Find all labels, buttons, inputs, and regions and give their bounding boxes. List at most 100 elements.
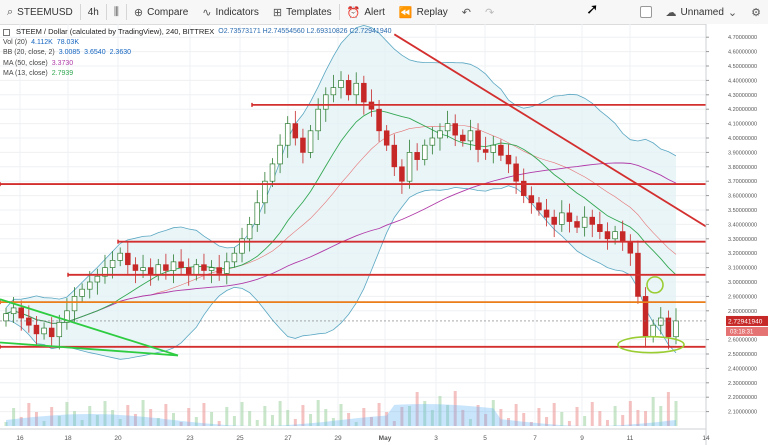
volume-bar xyxy=(621,415,625,426)
ma50-value: 3.3730 xyxy=(51,59,74,67)
compare-button[interactable]: ⊕ Compare xyxy=(127,0,195,24)
templates-button[interactable]: ⊞ Templates xyxy=(266,0,339,24)
volume-bar xyxy=(613,406,617,426)
candle-body xyxy=(132,264,139,271)
candle-body xyxy=(345,80,352,96)
symbol-search[interactable]: ⌕ STEEMUSD xyxy=(0,0,80,24)
bb-value-3: 2.3630 xyxy=(109,49,132,56)
volume-bar xyxy=(263,406,267,426)
mouse-cursor-icon: ➚ xyxy=(586,1,599,18)
collapse-icon[interactable] xyxy=(3,28,10,36)
candle-body xyxy=(513,163,519,182)
candle-body xyxy=(505,154,512,165)
redo-icon: ↷ xyxy=(484,6,495,19)
candle-body xyxy=(437,130,443,139)
volume-bar xyxy=(232,416,236,426)
candle-body xyxy=(604,231,611,240)
vol-label: Vol (20) xyxy=(3,38,28,46)
replay-icon: ⏪ xyxy=(398,6,413,19)
indicators-button[interactable]: ∿ Indicators xyxy=(195,0,266,24)
bb-value-1: 3.0085 xyxy=(58,49,81,56)
candle-body xyxy=(429,137,436,146)
candle-body xyxy=(376,108,382,132)
time-tick-label: 5 xyxy=(483,435,487,442)
price-tick-label: 3.30000000 xyxy=(728,237,757,243)
volume-bar xyxy=(225,407,229,426)
volume-bar xyxy=(590,402,594,426)
legend-ma50-row[interactable]: MA (50, close) 3.3730 xyxy=(3,59,392,70)
volume-bar xyxy=(278,401,282,426)
candle-body xyxy=(300,137,306,153)
candle-body xyxy=(170,261,177,271)
time-tick-label: 25 xyxy=(236,435,244,442)
cloud-icon: ☁ xyxy=(665,6,677,19)
candle-body xyxy=(444,123,451,132)
interval-button[interactable]: 4h xyxy=(81,0,106,24)
candle-body xyxy=(422,144,428,160)
vol-value-1: 4.112K xyxy=(31,38,53,46)
time-tick-label: 18 xyxy=(64,435,72,442)
gear-icon: ⚙ xyxy=(751,6,761,19)
price-tick-label: 4.40000000 xyxy=(728,78,757,84)
candle-body xyxy=(528,195,535,204)
price-tick-label: 2.10000000 xyxy=(728,410,757,416)
price-tick-label: 3.90000000 xyxy=(728,150,757,156)
alert-button[interactable]: ⏰ Alert xyxy=(340,0,392,24)
legend-bb-row[interactable]: BB (20, close, 2) 3.0085 3.6540 2.3630 xyxy=(3,48,392,59)
grid-icon: ⊞ xyxy=(272,6,283,19)
price-tick-label: 2.20000000 xyxy=(728,395,757,401)
price-tick-label: 4.10000000 xyxy=(728,122,757,128)
top-toolbar: ⌕ STEEMUSD 4h ⫼ ⊕ Compare ∿ Indicators ⊞… xyxy=(0,0,768,25)
legend-vol-row[interactable]: Vol (20) 4.112K 78.03K xyxy=(3,38,392,49)
volume-bar xyxy=(301,405,305,426)
candle-body xyxy=(71,296,78,312)
bb-label: BB (20, close, 2) xyxy=(3,49,55,56)
time-tick-label: 23 xyxy=(186,435,194,442)
candle-body xyxy=(254,202,261,225)
volume-bar xyxy=(605,420,609,426)
redo-button[interactable]: ↷ xyxy=(478,0,501,24)
time-tick-label: 9 xyxy=(580,435,584,442)
candle-body xyxy=(10,307,17,315)
candle-body xyxy=(307,130,314,153)
time-tick-label: 29 xyxy=(334,435,342,442)
volume-bar xyxy=(255,420,259,426)
layout-menu[interactable]: ☁ Unnamed ⌄ xyxy=(659,0,745,24)
countdown-label: 03:18:31 xyxy=(730,329,754,335)
candle-body xyxy=(56,321,63,338)
candle-body xyxy=(589,216,595,225)
volume-bar xyxy=(636,410,640,426)
legend-ma13-row[interactable]: MA (13, close) 2.7939 xyxy=(3,69,392,80)
candle-body xyxy=(117,252,123,261)
symbol-label: STEEMUSD xyxy=(17,6,73,18)
candle-body xyxy=(86,281,93,290)
volume-bar xyxy=(248,411,252,426)
candle-style-button[interactable]: ⫼ xyxy=(107,0,126,24)
settings-button[interactable]: ⚙ xyxy=(744,0,768,24)
candle-body xyxy=(224,261,230,274)
candle-body xyxy=(498,144,504,156)
candle-body xyxy=(125,252,131,266)
candle-body xyxy=(650,324,656,338)
time-tick-label: 20 xyxy=(114,435,122,442)
price-tick-label: 2.90000000 xyxy=(728,294,757,300)
undo-button[interactable]: ↶ xyxy=(455,0,478,24)
price-tick-label: 4.60000000 xyxy=(728,50,757,56)
candle-body xyxy=(216,267,222,274)
candle-body xyxy=(361,82,367,103)
price-tick-label: 3.20000000 xyxy=(728,251,757,257)
candles-icon: ⫼ xyxy=(113,5,119,18)
candle-body xyxy=(79,288,85,297)
legend-title-row: STEEM / Dollar (calculated by TradingVie… xyxy=(3,27,392,38)
candle-body xyxy=(414,152,420,160)
chart-area[interactable]: 4.70000000 4.60000000 4.50000000 4.40000000… xyxy=(0,24,768,445)
plus-icon: ⊕ xyxy=(133,6,144,19)
candle-body xyxy=(673,320,679,338)
replay-button[interactable]: ⏪ Replay xyxy=(392,0,455,24)
price-tick-label: 3.70000000 xyxy=(728,179,757,185)
watchlist-checkbox[interactable] xyxy=(633,0,659,24)
price-chart[interactable]: 4.70000000 4.60000000 4.50000000 4.40000000… xyxy=(0,24,768,445)
price-tick-label: 2.80000000 xyxy=(728,309,757,315)
price-tick-label: 4.00000000 xyxy=(728,136,757,142)
candle-body xyxy=(330,87,337,96)
